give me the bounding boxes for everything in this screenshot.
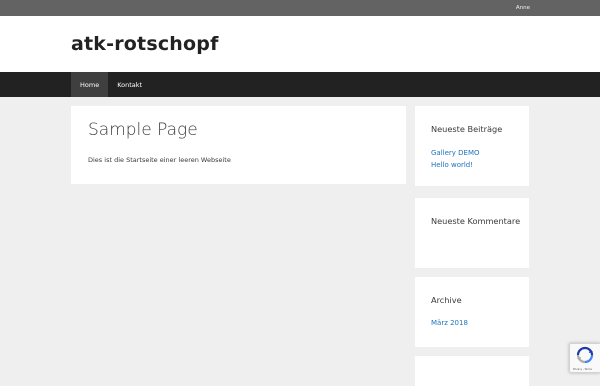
- recaptcha-badge[interactable]: Privacy - Terms: [569, 343, 600, 373]
- archive-widget: Archive März 2018: [415, 277, 529, 347]
- page-title: Sample Page: [88, 120, 198, 140]
- archive-link-maerz-2018[interactable]: März 2018: [431, 319, 468, 327]
- site-header: atk-rotschopf: [0, 16, 600, 72]
- recent-posts-title: Neueste Beiträge: [431, 124, 503, 134]
- recent-comments-title: Neueste Kommentare: [431, 216, 521, 226]
- site-title[interactable]: atk-rotschopf: [71, 33, 219, 55]
- nav-item-home[interactable]: Home: [71, 72, 109, 97]
- list-item: März 2018: [431, 317, 468, 329]
- page-text: Dies ist die Startseite einer leeren Web…: [88, 156, 231, 164]
- list-item: Hello world!: [431, 159, 480, 171]
- list-item: Gallery DEMO: [431, 147, 480, 159]
- main-article: Sample Page Dies ist die Startseite eine…: [71, 106, 406, 184]
- top-bar: Anne: [0, 0, 600, 16]
- recaptcha-icon: [576, 346, 594, 368]
- recent-comments-widget: Neueste Kommentare: [415, 198, 529, 268]
- archive-list: März 2018: [431, 317, 468, 329]
- nav-item-kontakt[interactable]: Kontakt: [108, 72, 151, 97]
- next-widget: [415, 356, 529, 386]
- recaptcha-links[interactable]: Privacy - Terms: [573, 368, 592, 371]
- recent-posts-list: Gallery DEMO Hello world!: [431, 147, 480, 171]
- recent-post-link-hello-world[interactable]: Hello world!: [431, 161, 473, 169]
- top-bar-link[interactable]: Anne: [516, 5, 530, 11]
- archive-title: Archive: [431, 295, 462, 305]
- recent-post-link-gallery-demo[interactable]: Gallery DEMO: [431, 149, 480, 157]
- main-navigation: Home Kontakt: [0, 72, 600, 97]
- recent-posts-widget: Neueste Beiträge Gallery DEMO Hello worl…: [415, 106, 529, 186]
